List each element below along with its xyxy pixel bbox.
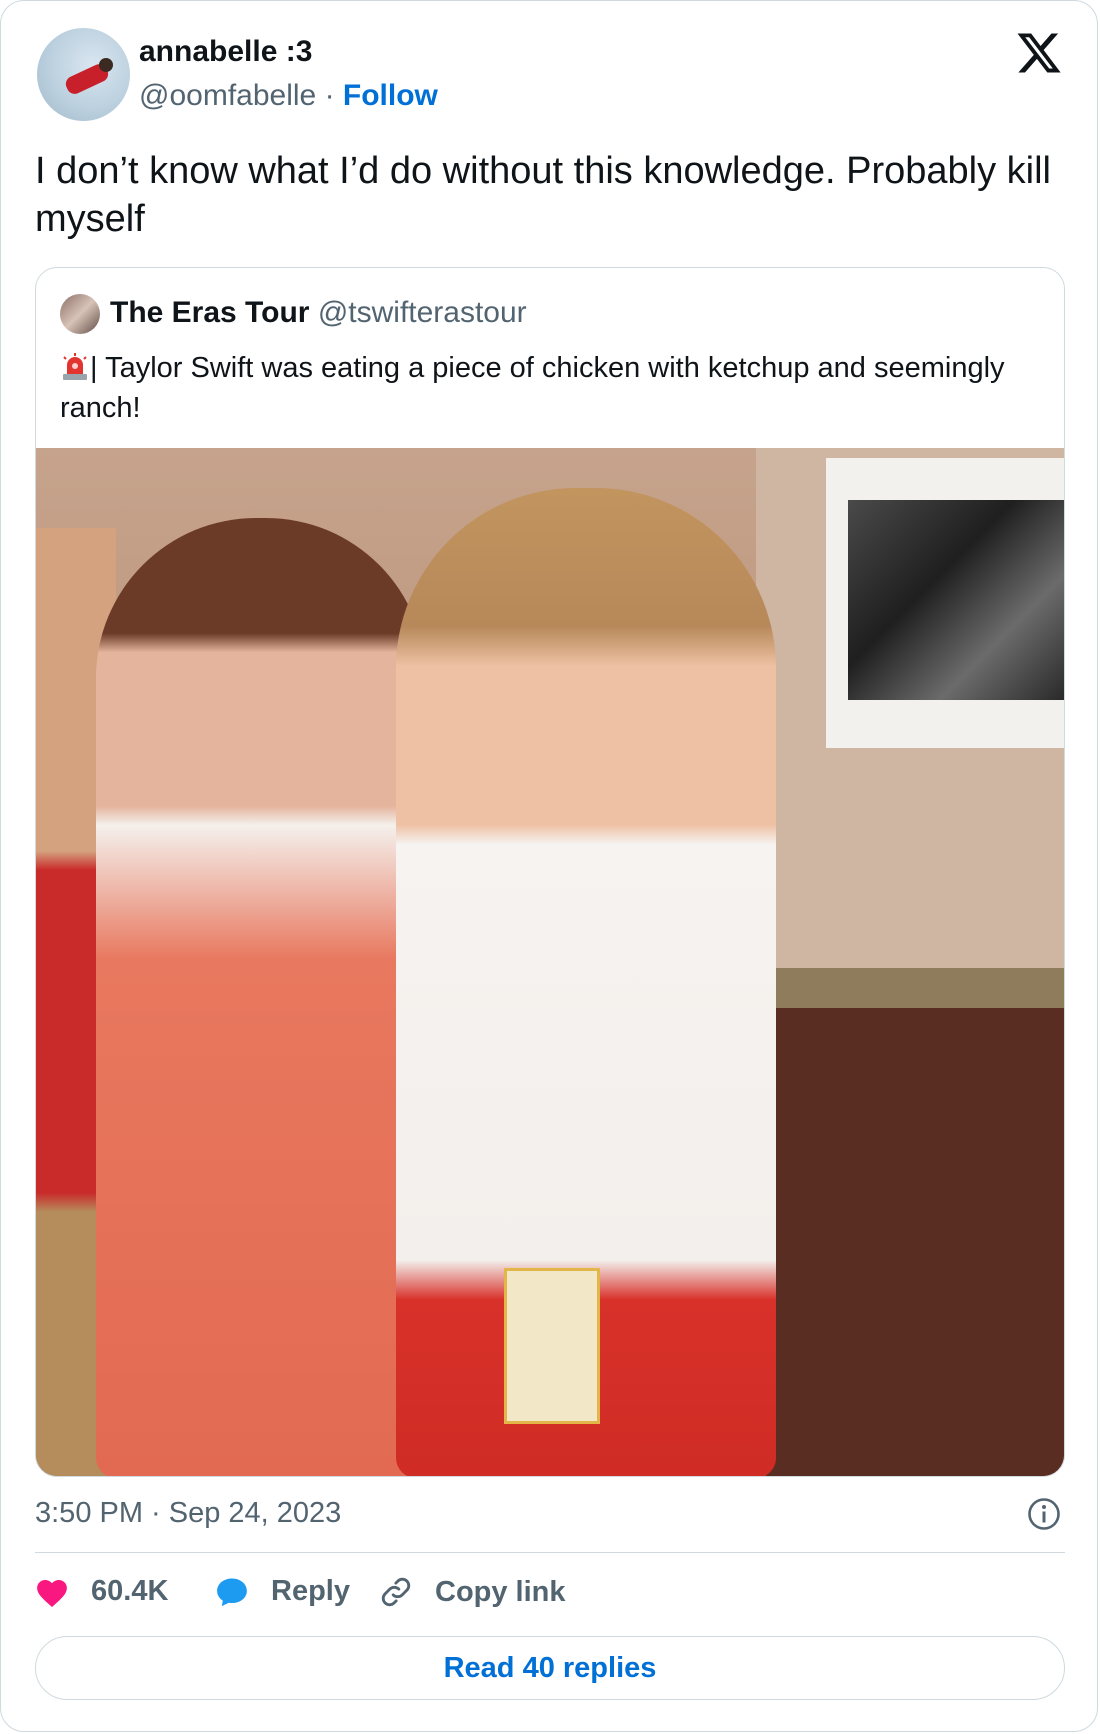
- author-handle[interactable]: @oomfabelle: [139, 79, 316, 112]
- quoted-author-row: The Eras Tour @tswifterastour: [110, 296, 527, 330]
- handle-separator: ·: [324, 79, 335, 112]
- copy-link-label: Copy link: [435, 1575, 566, 1608]
- link-icon: [381, 1577, 411, 1607]
- x-logo-icon[interactable]: [1015, 29, 1063, 77]
- read-replies-button[interactable]: Read 40 replies: [35, 1636, 1065, 1700]
- reply-label: Reply: [271, 1575, 350, 1607]
- quoted-photo[interactable]: [36, 448, 1064, 1476]
- info-icon[interactable]: [1027, 1497, 1061, 1531]
- heart-icon: [37, 1579, 67, 1607]
- quoted-text: | Taylor Swift was eating a piece of chi…: [60, 352, 1005, 424]
- follow-button[interactable]: Follow: [343, 79, 438, 112]
- tweet-timestamp[interactable]: 3:50 PM · Sep 24, 2023: [35, 1497, 341, 1530]
- like-count: 60.4K: [91, 1575, 169, 1607]
- author-avatar[interactable]: [37, 28, 130, 121]
- author-handle-row: @oomfabelle · Follow: [139, 79, 438, 113]
- quoted-text-row: | Taylor Swift was eating a piece of chi…: [60, 348, 1020, 428]
- speech-bubble-icon: [217, 1578, 247, 1606]
- person-left: [96, 518, 426, 1476]
- author-display-name[interactable]: annabelle :3: [139, 35, 312, 69]
- lanyard-badge: [504, 1268, 600, 1424]
- quoted-tweet[interactable]: The Eras Tour @tswifterastour | Taylor S…: [35, 267, 1065, 1477]
- quoted-handle[interactable]: @tswifterastour: [318, 296, 527, 329]
- quoted-display-name[interactable]: The Eras Tour: [110, 296, 309, 329]
- embedded-tweet-card: annabelle :3 @oomfabelle · Follow I don’…: [0, 0, 1098, 1732]
- tweet-text: I don’t know what I’d do without this kn…: [35, 150, 1051, 240]
- like-button[interactable]: 60.4K: [35, 1575, 168, 1608]
- copy-link-button[interactable]: Copy link: [379, 1575, 566, 1609]
- reply-button[interactable]: Reply: [215, 1575, 350, 1608]
- quoted-author-avatar[interactable]: [60, 294, 100, 334]
- divider: [35, 1552, 1065, 1553]
- siren-emoji-icon: [63, 353, 87, 380]
